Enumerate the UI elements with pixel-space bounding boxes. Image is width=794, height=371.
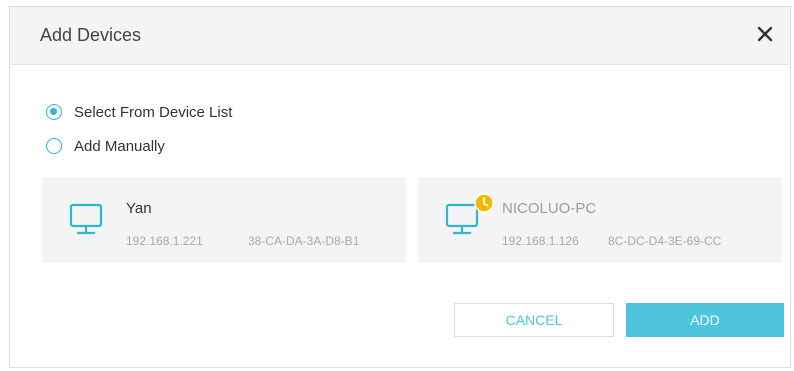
cancel-button[interactable]: CANCEL <box>454 303 614 337</box>
device-card-nicoluo-pc[interactable]: NICOLUO-PC 192.168.1.126 8C-DC-D4-3E-69-… <box>418 177 782 263</box>
radio-select-from-list[interactable]: Select From Device List <box>46 101 232 123</box>
close-icon[interactable] <box>752 21 778 47</box>
monitor-icon <box>66 197 110 241</box>
device-mac: 8C-DC-D4-3E-69-CC <box>608 234 722 248</box>
dialog-header: Add Devices <box>10 7 790 65</box>
radio-button-unchecked[interactable] <box>46 138 62 154</box>
add-devices-dialog: Add Devices Select From Device List Add … <box>9 6 791 368</box>
device-ip: 192.168.1.126 <box>502 234 579 248</box>
device-name: Yan <box>126 200 152 217</box>
offline-clock-icon <box>474 193 494 213</box>
device-mac: 38-CA-DA-3A-D8-B1 <box>248 234 360 248</box>
device-name: NICOLUO-PC <box>502 200 597 217</box>
radio-label-add-manually: Add Manually <box>74 137 165 155</box>
device-ip: 192.168.1.221 <box>126 234 203 248</box>
device-card-yan[interactable]: Yan 192.168.1.221 38-CA-DA-3A-D8-B1 <box>42 177 406 263</box>
radio-button-checked[interactable] <box>46 104 62 120</box>
dialog-title: Add Devices <box>40 25 142 45</box>
radio-label-select-from-list: Select From Device List <box>74 103 233 121</box>
add-button[interactable]: ADD <box>626 303 784 337</box>
radio-add-manually[interactable]: Add Manually <box>46 135 165 157</box>
